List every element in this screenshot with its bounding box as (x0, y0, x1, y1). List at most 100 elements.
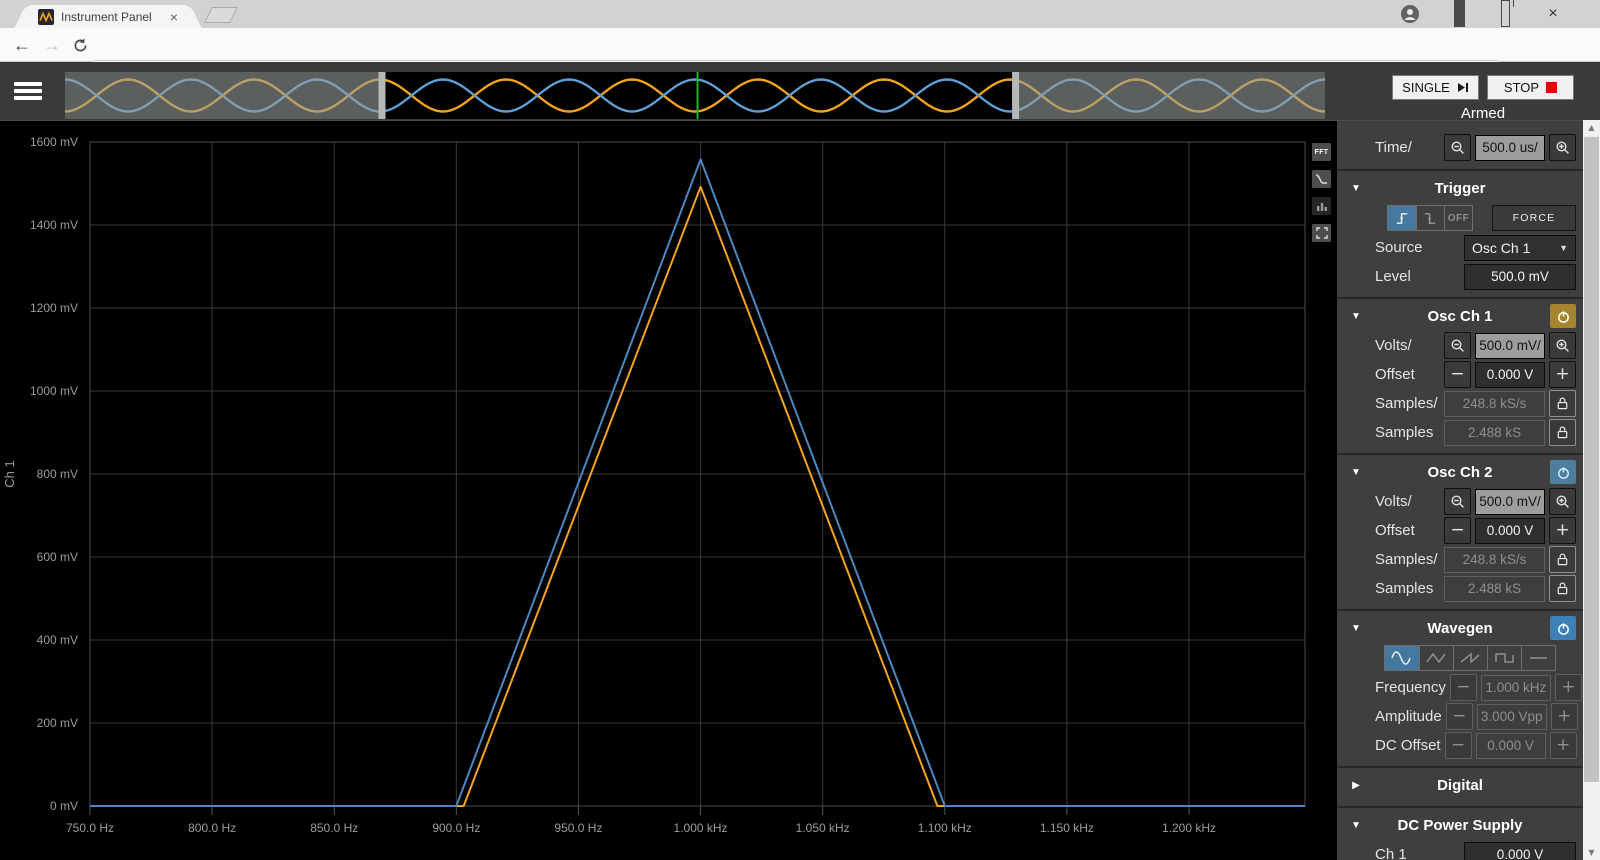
osc-ch1-offset-value[interactable]: 0.000 V (1475, 361, 1545, 388)
osc-ch1-header[interactable]: ▼ Osc Ch 1 (1337, 302, 1583, 330)
tab-close-icon[interactable]: × (168, 9, 180, 25)
offset-increment-button[interactable]: + (1549, 517, 1576, 544)
svg-text:1200 mV: 1200 mV (30, 301, 78, 315)
oscilloscope-chart[interactable]: 0 mV 200 mV 400 mV 600 mV 800 mV 1000 mV 1200 … (0, 121, 1337, 860)
sidebar-scrollbar[interactable]: ▲ ▼ (1583, 120, 1600, 860)
scroll-up-icon[interactable]: ▲ (1583, 120, 1600, 135)
single-button[interactable]: SINGLE (1392, 75, 1479, 100)
osc-ch1-volts-value[interactable]: 500.0 mV/ (1475, 332, 1545, 359)
app-toolbar: SINGLE STOP Armed (0, 62, 1600, 122)
osc-ch1-volts-row: Volts/ 500.0 mV/ (1375, 332, 1576, 359)
trigger-header[interactable]: ▼ Trigger (1337, 174, 1583, 202)
offset-decrement-button[interactable]: − (1444, 361, 1471, 388)
oscilloscope-chart-area[interactable]: 0 mV 200 mV 400 mV 600 mV 800 mV 1000 mV 1200 … (0, 120, 1337, 860)
dc-increment-button: + (1549, 732, 1577, 759)
scroll-down-icon[interactable]: ▼ (1583, 845, 1600, 860)
svg-text:950.0 Hz: 950.0 Hz (554, 821, 602, 835)
instrument-sidebar: Time/ 500.0 us/ ▼ Trigger OFF FORCE Sour… (1337, 120, 1583, 860)
osc-ch2-power-button[interactable] (1550, 460, 1576, 484)
tab-title: Instrument Panel (61, 9, 152, 24)
wavegen-power-button[interactable] (1550, 616, 1576, 640)
dc-power-title: DC Power Supply (1397, 816, 1523, 834)
svg-text:600 mV: 600 mV (37, 550, 78, 564)
time-value[interactable]: 500.0 us/ (1475, 134, 1545, 161)
svg-text:800.0 Hz: 800.0 Hz (188, 821, 236, 835)
level-label: Level (1375, 268, 1411, 285)
browser-tab-strip: Instrument Panel × × (0, 0, 1600, 28)
svg-text:0 mV: 0 mV (50, 799, 78, 813)
rate-lock-button[interactable] (1549, 546, 1576, 573)
osc-ch2-volts-row: Volts/ 500.0 mV/ (1375, 488, 1576, 515)
digital-section: ▶ Digital (1337, 766, 1583, 806)
triangle-wave-button[interactable] (1419, 646, 1453, 670)
falling-edge-button[interactable] (1416, 206, 1444, 230)
svg-text:1600 mV: 1600 mV (30, 135, 78, 149)
close-window-button[interactable]: × (1530, 0, 1576, 27)
volts-zoom-out-button[interactable] (1444, 332, 1471, 359)
sine-wave-button[interactable] (1385, 646, 1419, 670)
dc-power-header[interactable]: ▼ DC Power Supply (1337, 811, 1583, 839)
sawtooth-wave-button[interactable] (1453, 646, 1487, 670)
osc-ch1-offset-row: Offset − 0.000 V + (1375, 361, 1576, 388)
samples-lock-button[interactable] (1549, 575, 1576, 602)
scrollbar-thumb[interactable] (1584, 137, 1599, 782)
volts-zoom-in-button[interactable] (1549, 488, 1576, 515)
dc-decrement-button: − (1444, 732, 1472, 759)
trigger-off-button[interactable]: OFF (1444, 206, 1472, 230)
offset-label: Offset (1375, 522, 1415, 539)
browser-tab[interactable]: Instrument Panel × (30, 5, 186, 28)
svg-text:1.000 kHz: 1.000 kHz (674, 821, 728, 835)
bar-chart-button[interactable] (1312, 197, 1331, 215)
back-icon[interactable]: ← (8, 31, 36, 59)
svg-text:Ch 1: Ch 1 (2, 460, 17, 487)
square-wave-button[interactable] (1487, 646, 1521, 670)
svg-text:1.200 kHz: 1.200 kHz (1162, 821, 1216, 835)
profile-icon[interactable] (1392, 0, 1428, 27)
sample-rate-label: Samples/ (1375, 551, 1438, 568)
offset-decrement-button[interactable]: − (1444, 517, 1471, 544)
digital-header[interactable]: ▶ Digital (1337, 771, 1583, 799)
time-zoom-in-button[interactable] (1549, 134, 1576, 161)
wavegen-dc-offset-row: DC Offset − 0.000 V + (1375, 732, 1577, 759)
frequency-decrement-button: − (1449, 674, 1477, 701)
osc-ch1-power-button[interactable] (1550, 304, 1576, 328)
rising-edge-button[interactable] (1388, 206, 1416, 230)
dc-offset-value: 0.000 V (1475, 732, 1546, 759)
volts-label: Volts/ (1375, 337, 1412, 354)
osc-ch2-offset-value[interactable]: 0.000 V (1475, 517, 1545, 544)
timeline-strip[interactable] (64, 72, 1326, 119)
osc-ch2-header[interactable]: ▼ Osc Ch 2 (1337, 458, 1583, 486)
filter-curve-button[interactable] (1312, 170, 1331, 188)
force-trigger-button[interactable]: FORCE (1492, 205, 1576, 231)
volts-zoom-out-button[interactable] (1444, 488, 1471, 515)
wave-type-row (1384, 645, 1556, 671)
minimize-button[interactable] (1438, 0, 1480, 27)
wavegen-header[interactable]: ▼ Wavegen (1337, 614, 1583, 642)
trigger-mode-row: OFF FORCE (1387, 205, 1576, 231)
frequency-value: 1.000 kHz (1480, 674, 1551, 701)
osc-ch2-samples-row: Samples 2.488 kS (1375, 575, 1576, 602)
offset-increment-button[interactable]: + (1549, 361, 1576, 388)
svg-text:1.050 kHz: 1.050 kHz (796, 821, 850, 835)
stop-button[interactable]: STOP (1487, 75, 1574, 100)
samples-label: Samples (1375, 580, 1434, 597)
samples-lock-button[interactable] (1549, 419, 1576, 446)
fft-view-button[interactable]: FFT (1312, 143, 1331, 161)
time-label: Time/ (1375, 139, 1412, 156)
dc-ch1-value[interactable]: 0.000 V (1464, 841, 1576, 860)
dc-wave-button[interactable] (1521, 646, 1555, 670)
rate-lock-button[interactable] (1549, 390, 1576, 417)
expand-fullscreen-button[interactable] (1312, 224, 1331, 242)
hamburger-menu-icon[interactable] (14, 79, 42, 103)
trigger-level-value[interactable]: 500.0 mV (1464, 263, 1576, 290)
restore-button[interactable] (1484, 0, 1526, 27)
time-zoom-out-button[interactable] (1444, 134, 1471, 161)
osc-ch2-volts-value[interactable]: 500.0 mV/ (1475, 488, 1545, 515)
new-tab-button[interactable] (204, 7, 238, 23)
volts-zoom-in-button[interactable] (1549, 332, 1576, 359)
wavegen-section: ▼ Wavegen Frequency − 1.000 kHz + Amplit… (1337, 609, 1583, 766)
reload-icon[interactable] (66, 31, 94, 59)
svg-text:1400 mV: 1400 mV (30, 218, 78, 232)
waveforms-favicon-icon (38, 8, 54, 25)
trigger-source-select[interactable]: Osc Ch 1 ▼ (1464, 234, 1576, 261)
